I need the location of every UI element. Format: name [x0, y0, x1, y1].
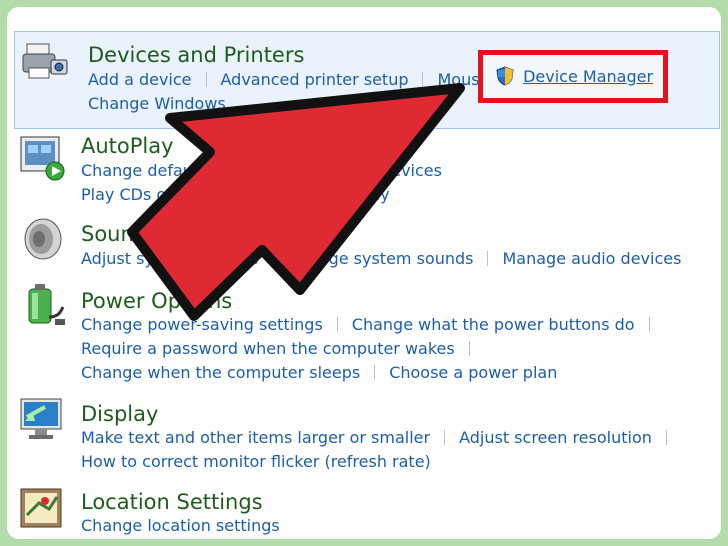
add-device-link[interactable]: Add a device	[88, 69, 192, 91]
change-windows-link[interactable]: Change Windows	[88, 93, 226, 115]
change-default-settings-link[interactable]: Change default settings for media or dev…	[81, 160, 442, 182]
section-display[interactable]: Display Make text and other items larger…	[7, 391, 721, 473]
link-row: Change Windows	[88, 93, 226, 115]
link-row: Play CDs or other media automatically	[81, 184, 390, 206]
link-row: Change power-saving settings Change what …	[81, 314, 664, 336]
separator	[665, 430, 667, 445]
speaker-icon	[24, 218, 62, 260]
section-power-options[interactable]: Power Options Change power-saving settin…	[7, 279, 721, 385]
section-title[interactable]: AutoPlay	[81, 133, 174, 159]
link-row: Adjust system volume Change system sounds…	[81, 248, 681, 270]
computer-sleeps-link[interactable]: Change when the computer sleeps	[81, 362, 360, 384]
require-password-link[interactable]: Require a password when the computer wak…	[81, 338, 455, 360]
separator	[272, 251, 274, 266]
separator	[205, 72, 207, 87]
printer-camera-icon	[22, 43, 68, 79]
device-manager-highlight: Device Manager	[478, 50, 668, 103]
adjust-screen-resolution-link[interactable]: Adjust screen resolution	[459, 427, 652, 449]
adjust-system-volume-link[interactable]: Adjust system volume	[81, 248, 258, 270]
change-power-saving-link[interactable]: Change power-saving settings	[81, 314, 323, 336]
section-title[interactable]: Devices and Printers	[88, 42, 304, 68]
section-title[interactable]: Sound	[81, 221, 147, 247]
link-row: Change location settings	[81, 515, 280, 537]
section-autoplay[interactable]: AutoPlay Change default settings for med…	[7, 123, 721, 205]
link-row: Make text and other items larger or smal…	[81, 427, 681, 449]
change-system-sounds-link[interactable]: Change system sounds	[287, 248, 473, 270]
change-location-settings-link[interactable]: Change location settings	[81, 515, 280, 537]
link-row: Change default settings for media or dev…	[81, 160, 442, 182]
advanced-printer-setup-link[interactable]: Advanced printer setup	[221, 69, 409, 91]
power-buttons-link[interactable]: Change what the power buttons do	[352, 314, 635, 336]
link-row: Add a device Advanced printer setup Mouse	[88, 69, 489, 91]
monitor-icon	[20, 398, 62, 439]
play-cds-link[interactable]: Play CDs or other media automatically	[81, 184, 390, 206]
manage-audio-devices-link[interactable]: Manage audio devices	[502, 248, 681, 270]
section-title[interactable]: Display	[81, 401, 158, 427]
separator	[336, 317, 338, 332]
separator	[444, 430, 446, 445]
watermark-icon	[532, 490, 716, 534]
autoplay-icon	[20, 136, 65, 181]
separator	[648, 317, 650, 332]
link-row: How to correct monitor flicker (refresh …	[81, 451, 431, 473]
section-title[interactable]: Power Options	[81, 288, 232, 314]
link-row: Require a password when the computer wak…	[81, 338, 484, 360]
uac-shield-icon	[496, 66, 514, 86]
device-manager-item: Device Manager	[496, 66, 653, 88]
link-row: Change when the computer sleeps Choose a …	[81, 362, 557, 384]
monitor-flicker-link[interactable]: How to correct monitor flicker (refresh …	[81, 451, 431, 473]
make-text-larger-link[interactable]: Make text and other items larger or smal…	[81, 427, 430, 449]
battery-plug-icon	[28, 284, 65, 325]
separator	[487, 251, 489, 266]
separator	[422, 72, 424, 87]
device-manager-link[interactable]: Device Manager	[523, 66, 653, 88]
control-panel: Devices and Printers Add a device Advance…	[7, 7, 721, 539]
section-title[interactable]: Location Settings	[81, 489, 263, 515]
location-map-icon	[20, 488, 62, 528]
separator	[468, 341, 470, 356]
choose-power-plan-link[interactable]: Choose a power plan	[389, 362, 557, 384]
section-sound[interactable]: Sound Adjust system volume Change system …	[7, 211, 721, 273]
separator	[374, 365, 376, 380]
